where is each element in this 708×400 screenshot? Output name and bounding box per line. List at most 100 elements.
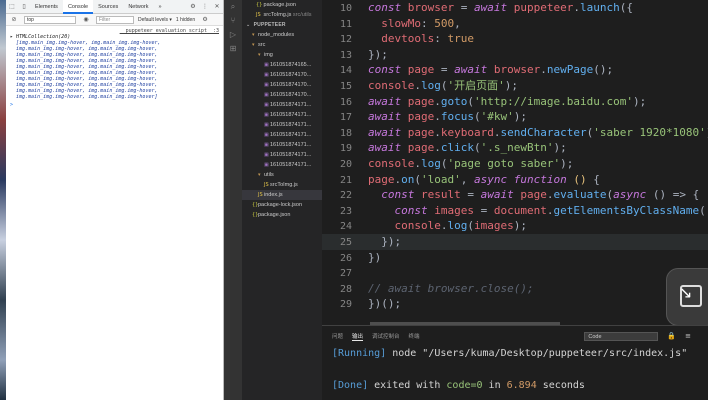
code-token: log: [447, 219, 468, 233]
tree-item[interactable]: ▣161051874171...: [242, 120, 322, 130]
tree-item[interactable]: ▣161051874170...: [242, 80, 322, 90]
code-token: await: [368, 141, 408, 155]
code-line[interactable]: 11 slowMo: 500,: [322, 16, 708, 32]
line-number: 29: [339, 299, 352, 311]
tree-item-label: utils: [264, 172, 274, 178]
tree-item[interactable]: {}package-lock.json: [242, 200, 322, 210]
code-token: })();: [368, 297, 402, 311]
output-blank-line: [332, 362, 708, 378]
code-token: async: [474, 172, 514, 186]
code-token: console: [368, 79, 415, 92]
code-token: log: [420, 79, 441, 92]
tab-problems[interactable]: 问题: [332, 332, 343, 340]
tree-item[interactable]: ▾ img: [242, 50, 322, 60]
line-number: 16: [339, 96, 352, 108]
code-line[interactable]: 29 })();: [322, 296, 708, 312]
more-tabs-button[interactable]: »: [153, 0, 166, 14]
code-token: page: [407, 94, 435, 108]
lock-icon[interactable]: 🔒: [667, 332, 676, 340]
code-line[interactable]: 26}): [322, 250, 708, 266]
code-line[interactable]: 22 const result = await page.evaluate(as…: [322, 187, 708, 203]
tree-item[interactable]: ▣161051874170...: [242, 70, 322, 80]
tree-item-label: package-lock.json: [258, 202, 303, 208]
code-line[interactable]: 25 });: [322, 234, 708, 250]
debug-icon[interactable]: ▷: [224, 28, 242, 42]
code-line[interactable]: 27: [322, 265, 708, 281]
output-content: [Running] node "/Users/kuma/Desktop/pupp…: [322, 346, 708, 394]
code-editor[interactable]: 10 const browser = await puppeteer.launch…: [322, 0, 708, 325]
code-token: getElementsByClassName: [553, 203, 700, 217]
code-line[interactable]: 13});: [322, 47, 708, 63]
search-icon[interactable]: ⌕: [224, 0, 242, 14]
code-line[interactable]: 23 const images = document.getElementsBy…: [322, 203, 708, 219]
tree-item[interactable]: ▣161051874171...: [242, 140, 322, 150]
device-toolbar-icon[interactable]: ▯: [18, 3, 30, 10]
code-token: focus: [440, 110, 474, 124]
filter-input[interactable]: Filter: [96, 15, 134, 24]
settings-gear-icon[interactable]: ⚙: [187, 3, 199, 10]
code-text: await page.goto('http://image.baidu.com'…: [356, 94, 646, 110]
tree-item[interactable]: ▣161051874171...: [242, 100, 322, 110]
close-icon[interactable]: ✕: [211, 3, 223, 10]
code-line[interactable]: 19 await page.click('.s_newBtn');: [322, 140, 708, 156]
code-line[interactable]: 16 await page.goto('http://image.baidu.co…: [322, 94, 708, 110]
code-line[interactable]: 10 const browser = await puppeteer.launch…: [322, 0, 708, 16]
tab-network[interactable]: Network: [123, 0, 153, 14]
tree-item-label: index.js: [264, 192, 283, 198]
code-token: console: [368, 219, 441, 233]
tab-console[interactable]: Console: [62, 0, 94, 14]
tree-item[interactable]: ▣161051874171...: [242, 130, 322, 140]
tab-terminal[interactable]: 终端: [409, 332, 420, 340]
more-options-icon[interactable]: ⋮: [199, 3, 211, 10]
code-token: ,: [454, 16, 461, 30]
tab-output[interactable]: 输出: [352, 332, 364, 341]
tree-item[interactable]: ▣161051874171...: [242, 150, 322, 160]
tab-debug-console[interactable]: 调试控制台: [372, 332, 400, 340]
tree-item[interactable]: ▣161051874171...: [242, 110, 322, 120]
code-line[interactable]: 28 // await browser.close();: [322, 281, 708, 297]
code-token: (: [699, 203, 706, 217]
open-editor-srctoimg[interactable]: JS srcToImg.js src/utils: [242, 10, 322, 20]
tree-item[interactable]: JSsrcToImg.js: [242, 180, 322, 190]
console-prompt[interactable]: >: [10, 102, 219, 108]
clear-console-icon[interactable]: ⊘: [8, 16, 20, 23]
tree-item-label: 161051874171...: [270, 132, 312, 138]
tree-item[interactable]: ▾ utils: [242, 170, 322, 180]
output-channel-select[interactable]: Code: [584, 331, 659, 341]
tree-item[interactable]: JSindex.js: [242, 190, 322, 200]
tree-item[interactable]: ▣161051874170...: [242, 90, 322, 100]
code-token: launch: [579, 1, 620, 14]
code-token: ({: [619, 1, 633, 14]
console-settings-icon[interactable]: ⚙: [199, 16, 211, 23]
js-file-icon: JS: [256, 12, 261, 18]
section-title[interactable]: ⌄ PUPPETEER: [242, 20, 322, 30]
line-number: 17: [339, 112, 352, 124]
tree-item[interactable]: ▣161051874165...: [242, 60, 322, 70]
levels-dropdown[interactable]: Default levels ▾: [138, 17, 172, 23]
code-line[interactable]: 21 page.on('load', async function () {: [322, 172, 708, 188]
code-line[interactable]: 14 const page = await browser.newPage();: [322, 62, 708, 78]
tree-item[interactable]: {}package.json: [242, 210, 322, 220]
code-line[interactable]: 18 await page.keyboard.sendCharacter('sab…: [322, 125, 708, 141]
tree-item[interactable]: ▾ node_modules: [242, 30, 322, 40]
source-control-icon[interactable]: ⑂: [224, 14, 242, 28]
code-token: await: [368, 110, 408, 124]
inspect-element-icon[interactable]: ⬚: [6, 3, 18, 10]
pip-overlay-button[interactable]: ↘: [666, 268, 708, 326]
code-line[interactable]: 15 console.log('开启页面');: [322, 78, 708, 94]
code-line[interactable]: 17 await page.focus('#kw');: [322, 109, 708, 125]
open-editor-package-json[interactable]: {} package.json: [242, 0, 322, 10]
extensions-icon[interactable]: ⊞: [224, 42, 242, 56]
expand-triangle-icon[interactable]: ▸: [10, 34, 13, 40]
code-line[interactable]: 24 console.log(images);: [322, 218, 708, 234]
eye-icon[interactable]: ◉: [80, 16, 92, 23]
tab-sources[interactable]: Sources: [93, 0, 123, 14]
code-line[interactable]: 12 devtools: true: [322, 31, 708, 47]
context-select[interactable]: top: [24, 15, 76, 24]
tree-item[interactable]: ▾ src: [242, 40, 322, 50]
tab-elements[interactable]: Elements: [30, 0, 63, 14]
clear-output-icon[interactable]: ≡: [685, 332, 691, 340]
code-line[interactable]: 20 console.log('page goto saber');: [322, 156, 708, 172]
code-token: document: [493, 203, 547, 217]
tree-item[interactable]: ▣161051874171...: [242, 160, 322, 170]
